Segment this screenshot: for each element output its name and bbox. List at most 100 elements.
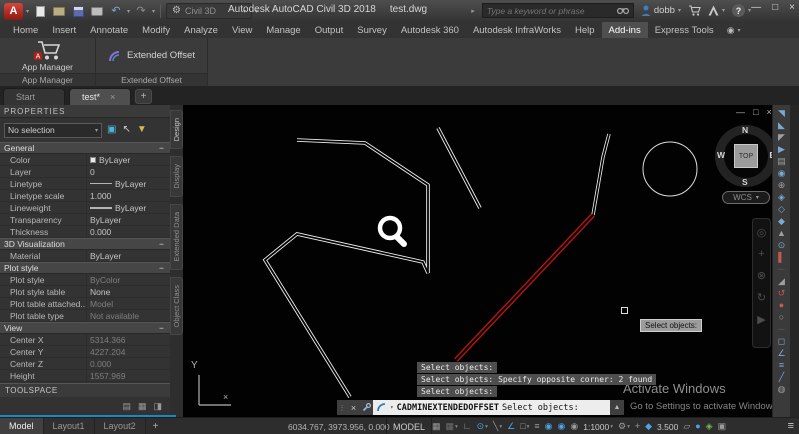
restore-button[interactable]: □ [772,2,778,13]
properties-tool-icon[interactable]: ↖ [122,125,130,135]
status-toggle-button[interactable]: ● ▾ [693,422,702,431]
section-3d-visualization[interactable]: 3D Visualization − [0,238,170,250]
ribbon-tab[interactable]: Insert [45,22,83,38]
layout-tab[interactable]: Layout2 [94,417,146,434]
section-plot-style[interactable]: Plot style − [0,262,170,274]
toolbar-icon[interactable]: ─ [778,263,784,275]
palette-tab[interactable]: Design [170,110,183,150]
palette-tab[interactable]: Extended Data [170,203,183,270]
section-view[interactable]: View − [0,322,170,334]
selection-dropdown[interactable]: No selection ▾ [4,122,102,138]
status-toggle-button[interactable]: ▦ ▾ [444,422,460,431]
ribbon-tab[interactable]: Add-ins [601,22,648,38]
property-row[interactable]: Thickness 0.000 [0,226,170,238]
status-toggle-button[interactable]: ▣ ▾ [716,422,729,431]
status-toggle-button[interactable]: ◉ ▾ [543,422,555,431]
property-value[interactable]: None [86,286,170,297]
property-row[interactable]: Material ByLayer [0,250,170,262]
command-recent-icon[interactable]: ▾ [390,404,394,411]
property-row[interactable]: Height 1557.969 [0,370,170,382]
command-customize-button[interactable] [360,400,373,415]
redo-button[interactable]: ↷ [133,3,149,19]
property-row[interactable]: Center X 5314.366 [0,334,170,346]
viewcube-west[interactable]: W [717,150,725,160]
toolbar-icon[interactable]: ◣ [778,119,785,131]
property-row[interactable]: Plot style table None [0,286,170,298]
property-value[interactable]: Not available [86,310,170,321]
property-row[interactable]: Plot table attached... Model [0,298,170,310]
autocad-logo-icon[interactable]: A [4,2,23,20]
toolspace-tool-icon[interactable]: ▤ [122,401,131,412]
new-tab-button[interactable]: + [135,89,152,104]
property-value[interactable]: 1557.969 [86,370,170,381]
property-value[interactable]: ByLayer [86,214,170,225]
command-input[interactable]: ▾ CADMINEXTENDEDOFFSET Select objects: [373,400,610,415]
property-value[interactable]: 0 [86,166,170,177]
signin-user[interactable]: dobb ▾ [641,5,681,16]
binoculars-icon[interactable] [616,6,629,15]
collapse-icon[interactable]: − [159,263,164,273]
help-search-box[interactable] [481,3,634,18]
toolbar-icon[interactable]: ─ [778,323,784,335]
status-dropdown-icon[interactable]: ▾ [485,424,488,430]
property-value[interactable]: ByLayer [86,178,170,189]
status-toggle-button[interactable]: ◉ ▾ [568,422,580,431]
status-toggle-button[interactable]: ⚙ ▾ [616,422,632,431]
toolbar-icon[interactable]: ◉ [778,167,786,179]
search-expand-icon[interactable]: ▸ [471,7,475,15]
file-tab[interactable]: Start [3,88,65,105]
toolbar-icon[interactable]: ∠ [777,347,785,359]
status-toggle-button[interactable]: 3.500 ▾ [655,422,680,432]
property-value[interactable]: Model [86,298,170,309]
property-row[interactable]: Plot style ByColor [0,274,170,286]
toolspace-title-bar[interactable]: TOOLSPACE [0,383,170,397]
undo-dropdown-icon[interactable]: ▾ [127,8,130,15]
status-toggle-button[interactable]: 1:1000 ▾ [581,422,615,432]
undo-button[interactable]: ↶ [108,3,124,19]
close-button[interactable]: × [789,2,795,13]
redo-dropdown-icon[interactable]: ▾ [152,8,155,15]
property-row[interactable]: Center Y 4227.204 [0,346,170,358]
navigation-bar[interactable]: ◎ + ⊗ ↻ ▶ [752,218,771,348]
toolbar-icon[interactable]: ▤ [777,155,786,167]
viewcube[interactable]: N S W E TOP [715,125,777,187]
drawing-canvas[interactable]: Y × — □ × N S W E TOP WCS ▾ ◎+⊗↻▶ ◥◣◤▶▤◉… [183,105,799,417]
offset-polyline-short[interactable] [436,127,482,209]
status-toggle-button[interactable]: ⊙ ▾ [475,422,490,431]
file-tab[interactable]: test* × [69,88,131,105]
toolbar-icon[interactable]: ◤ [778,131,785,143]
palette-tab[interactable]: Object Class [170,276,183,336]
toolbar-icon[interactable]: ▶ [778,143,785,155]
app-manager-panel-title[interactable]: App Manager [0,73,95,86]
toolbar-icon[interactable]: ◆ [778,215,785,227]
command-grip-handle[interactable]: ⋮ [337,400,347,415]
toolbar-icon[interactable]: ◇ [778,203,785,215]
ribbon-tab[interactable]: Autodesk InfraWorks [466,22,568,38]
status-toggle-button[interactable]: □ ▾ [518,422,531,431]
property-value[interactable]: 0.000 [86,226,170,237]
extended-offset-panel-title[interactable]: Extended Offset [96,73,207,86]
toolbar-icon[interactable]: ╱ [779,371,784,383]
toolbar-icon[interactable]: ○ [779,311,784,323]
property-value[interactable]: 5314.366 [86,334,170,345]
toolbar-icon[interactable]: ◥ [778,107,785,119]
status-toggle-button[interactable]: ◈ ▾ [704,422,715,431]
offset-polyline-main[interactable] [262,138,430,398]
new-layout-button[interactable]: + [146,421,166,432]
property-row[interactable]: Linetype scale 1.000 [0,190,170,202]
toolspace-tool-icon[interactable]: ▦ [138,401,147,412]
offset-polyline-upper[interactable] [591,133,611,216]
circle-entity[interactable] [642,141,698,197]
property-row[interactable]: Plot table type Not available [0,310,170,322]
status-toggle-button[interactable]: ▱ ▾ [681,422,692,431]
open-file-button[interactable] [51,3,67,19]
property-row[interactable]: Center Z 0.000 [0,358,170,370]
toolbar-icon[interactable]: ◈ [778,191,785,203]
navigation-tool-icon[interactable]: + [758,248,764,260]
palette-tab[interactable]: Display [170,156,183,197]
toolbar-icon[interactable]: ▲ [777,227,786,239]
plot-button[interactable] [89,3,105,19]
section-general[interactable]: General − [0,142,170,154]
ribbon-tab[interactable]: Help [568,22,602,38]
status-toggle-button[interactable]: ╲ ▾ [491,422,504,431]
